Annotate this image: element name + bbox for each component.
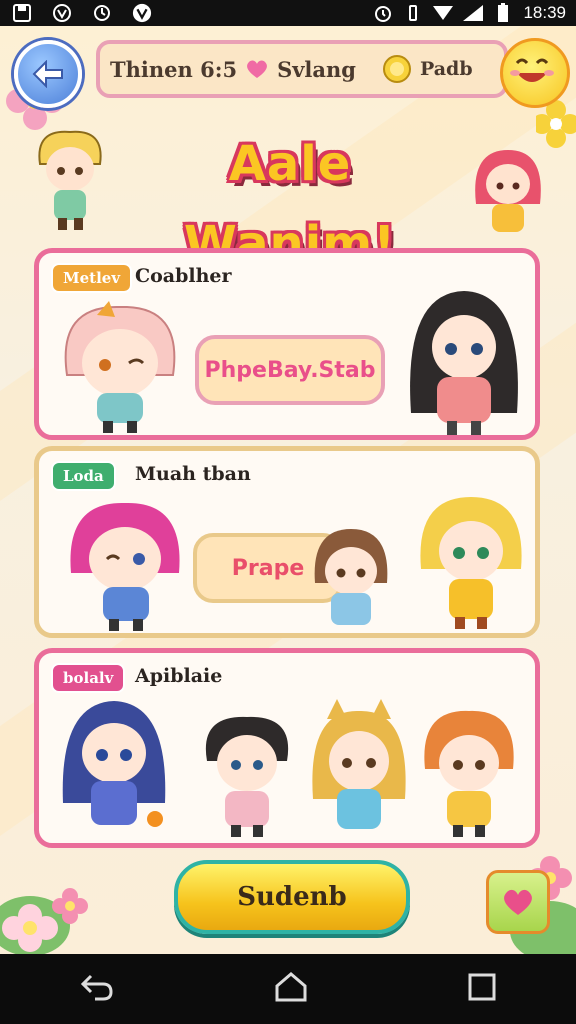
game-screen: Thinen 6:5 Svlang Padb Aale Wanim! Metle… — [0, 26, 576, 954]
status-bar: 18:39 — [0, 0, 576, 26]
submit-button-label: Sudenb — [237, 882, 347, 912]
speech-bubble: PhpeBay.Stab — [195, 335, 385, 405]
blonde-ponytail-girl-character — [312, 699, 406, 829]
wifi-icon — [433, 3, 454, 23]
card-tag: Loda — [51, 461, 116, 491]
flower-bush-icon — [0, 888, 88, 954]
game-title: Aale Wanim! — [183, 136, 397, 272]
save-notification-icon — [12, 3, 32, 23]
card-heading: Muah tban — [135, 463, 251, 485]
arrow-left-icon — [32, 60, 63, 88]
blue-hair-girl-character — [62, 701, 166, 827]
red-hair-girl-character — [475, 150, 541, 232]
sync-notification-icon — [92, 3, 112, 23]
stat-label: Thinen 6:5 — [110, 56, 238, 82]
v-app-notification-icon-2 — [132, 3, 152, 23]
top-stats-bar: Thinen 6:5 Svlang Padb — [96, 40, 508, 98]
card-tag: bolalv — [51, 663, 126, 693]
smiley-face-icon[interactable] — [500, 38, 570, 108]
dark-hair-boy-character — [205, 716, 289, 837]
currency-label: Svlang — [277, 56, 356, 82]
battery-icon — [493, 3, 513, 23]
system-nav-bar — [0, 954, 576, 1024]
speech-bubble-text: PhpeBay.Stab — [204, 357, 376, 383]
orange-hair-boy-character — [424, 710, 514, 837]
back-arrow-icon — [81, 974, 113, 1001]
category-card-1[interactable]: Metlev Coablher PhpeBay.Stab — [34, 248, 540, 440]
brown-hair-girl-character — [314, 529, 388, 625]
heart-icon — [504, 889, 532, 915]
submit-button[interactable]: Sudenb — [174, 860, 410, 934]
alarm-icon — [373, 3, 393, 23]
coin-label: Padb — [419, 58, 473, 80]
blonde-boy-character — [38, 130, 102, 230]
signal-icon — [463, 3, 484, 23]
dark-hair-girl-character — [410, 291, 518, 435]
nav-back-button[interactable] — [79, 972, 115, 1006]
vibrate-icon — [403, 3, 423, 23]
home-icon — [275, 972, 307, 1002]
category-card-2[interactable]: Loda Muah tban Prape — [34, 446, 540, 638]
recents-square-icon — [468, 973, 496, 1001]
heart-icon — [247, 60, 267, 78]
card-heading: Coablher — [135, 265, 232, 287]
nav-recents-button[interactable] — [467, 972, 497, 1006]
coin-icon — [382, 55, 411, 83]
category-card-3[interactable]: bolalv Apiblaie — [34, 648, 540, 848]
card-tag: Metlev — [51, 263, 133, 293]
favorite-button[interactable] — [486, 870, 550, 934]
yellow-hair-girl-character — [420, 497, 522, 629]
speech-bubble-text: Prape — [231, 555, 305, 581]
status-time: 18:39 — [523, 3, 566, 22]
pink-hair-girl-character — [64, 301, 176, 433]
v-app-notification-icon — [52, 3, 72, 23]
magenta-hair-girl-character — [70, 502, 180, 631]
card-heading: Apiblaie — [135, 665, 223, 687]
back-button[interactable] — [14, 40, 82, 108]
nav-home-button[interactable] — [274, 971, 308, 1007]
